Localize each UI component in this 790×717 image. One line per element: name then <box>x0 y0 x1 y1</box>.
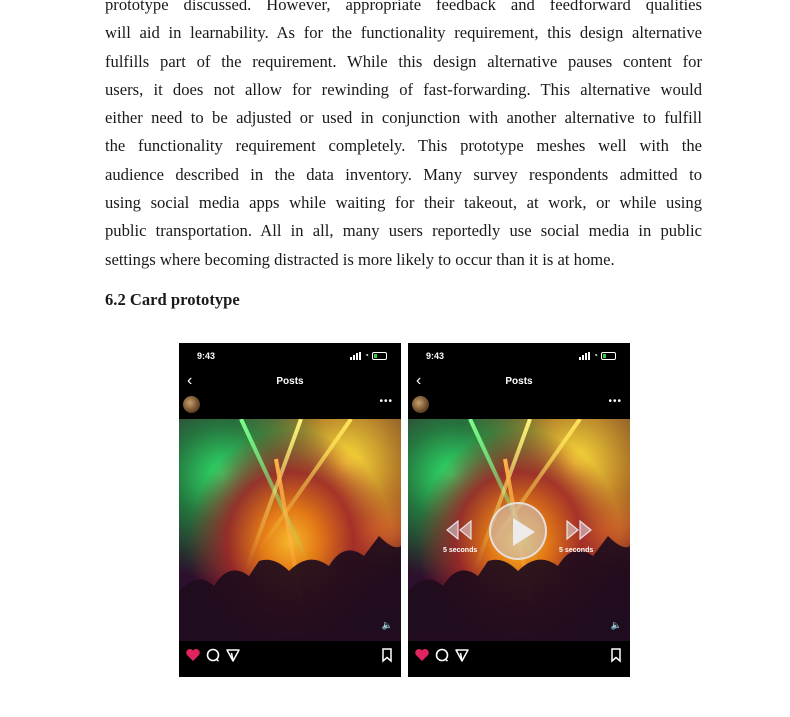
paragraph-line: the functionality requirement completely… <box>105 136 702 156</box>
wifi-icon: ◔ <box>364 351 369 360</box>
status-time: 9:43 <box>197 351 216 361</box>
nav-bar: ‹ Posts <box>179 373 401 393</box>
avatar[interactable] <box>412 396 429 413</box>
fast-forward-icon[interactable] <box>564 519 594 541</box>
post-actions <box>179 647 401 667</box>
post-media[interactable]: 🔈 <box>179 419 401 641</box>
section-heading: 6.2 Card prototype <box>105 290 240 309</box>
nav-bar: ‹ Posts <box>408 373 630 393</box>
status-icons: ◔ <box>579 351 616 360</box>
paragraph-line: users, it does not allow for rewinding o… <box>105 79 702 99</box>
signal-icon <box>350 351 362 360</box>
post-actions <box>408 647 630 667</box>
paragraph-line: audience described in the data inventory… <box>105 164 702 184</box>
status-bar: 9:43 ◔ <box>197 351 387 363</box>
paragraph-line: will aid in learnability. As for the fun… <box>105 23 702 43</box>
wifi-icon: ◔ <box>593 351 598 360</box>
more-icon[interactable]: ••• <box>608 396 622 407</box>
battery-icon <box>601 351 616 360</box>
volume-icon[interactable]: 🔈 <box>382 620 393 631</box>
bookmark-icon[interactable] <box>608 647 624 663</box>
play-icon[interactable] <box>489 502 547 560</box>
paragraph-line: prototype discussed. However, appropriat… <box>105 0 702 14</box>
signal-icon <box>579 351 591 360</box>
send-icon[interactable] <box>454 647 470 663</box>
forward-label: 5 seconds <box>559 547 594 554</box>
status-time: 9:43 <box>426 351 445 361</box>
send-icon[interactable] <box>225 647 241 663</box>
more-icon[interactable]: ••• <box>379 396 393 407</box>
body-paragraph: prototype discussed. However, appropriat… <box>105 0 702 274</box>
phone-screenshot-paused: 9:43 ◔ ‹ Posts ••• 🔈 5 seconds 5 seconds <box>408 343 630 677</box>
crowd-silhouette <box>179 536 401 641</box>
rewind-icon[interactable] <box>444 519 474 541</box>
heart-icon[interactable] <box>414 647 430 663</box>
bookmark-icon[interactable] <box>379 647 395 663</box>
paragraph-line: either need to be adjusted or used in co… <box>105 108 702 128</box>
nav-title: Posts <box>276 376 304 387</box>
status-icons: ◔ <box>350 351 387 360</box>
battery-icon <box>372 351 387 360</box>
heart-icon[interactable] <box>185 647 201 663</box>
status-bar: 9:43 ◔ <box>426 351 616 363</box>
avatar[interactable] <box>183 396 200 413</box>
comment-icon[interactable] <box>205 647 221 663</box>
paragraph-line: using social media apps while waiting fo… <box>105 193 702 213</box>
phone-screenshot-original: 9:43 ◔ ‹ Posts ••• 🔈 <box>179 343 401 677</box>
playback-controls: 5 seconds 5 seconds <box>408 419 630 641</box>
paragraph-line: public transportation. All in all, many … <box>105 221 702 241</box>
paragraph-line: settings where becoming distracted is mo… <box>105 249 615 269</box>
comment-icon[interactable] <box>434 647 450 663</box>
paragraph-line: fulfills part of the requirement. While … <box>105 51 702 71</box>
rewind-label: 5 seconds <box>443 547 478 554</box>
nav-title: Posts <box>505 376 533 387</box>
